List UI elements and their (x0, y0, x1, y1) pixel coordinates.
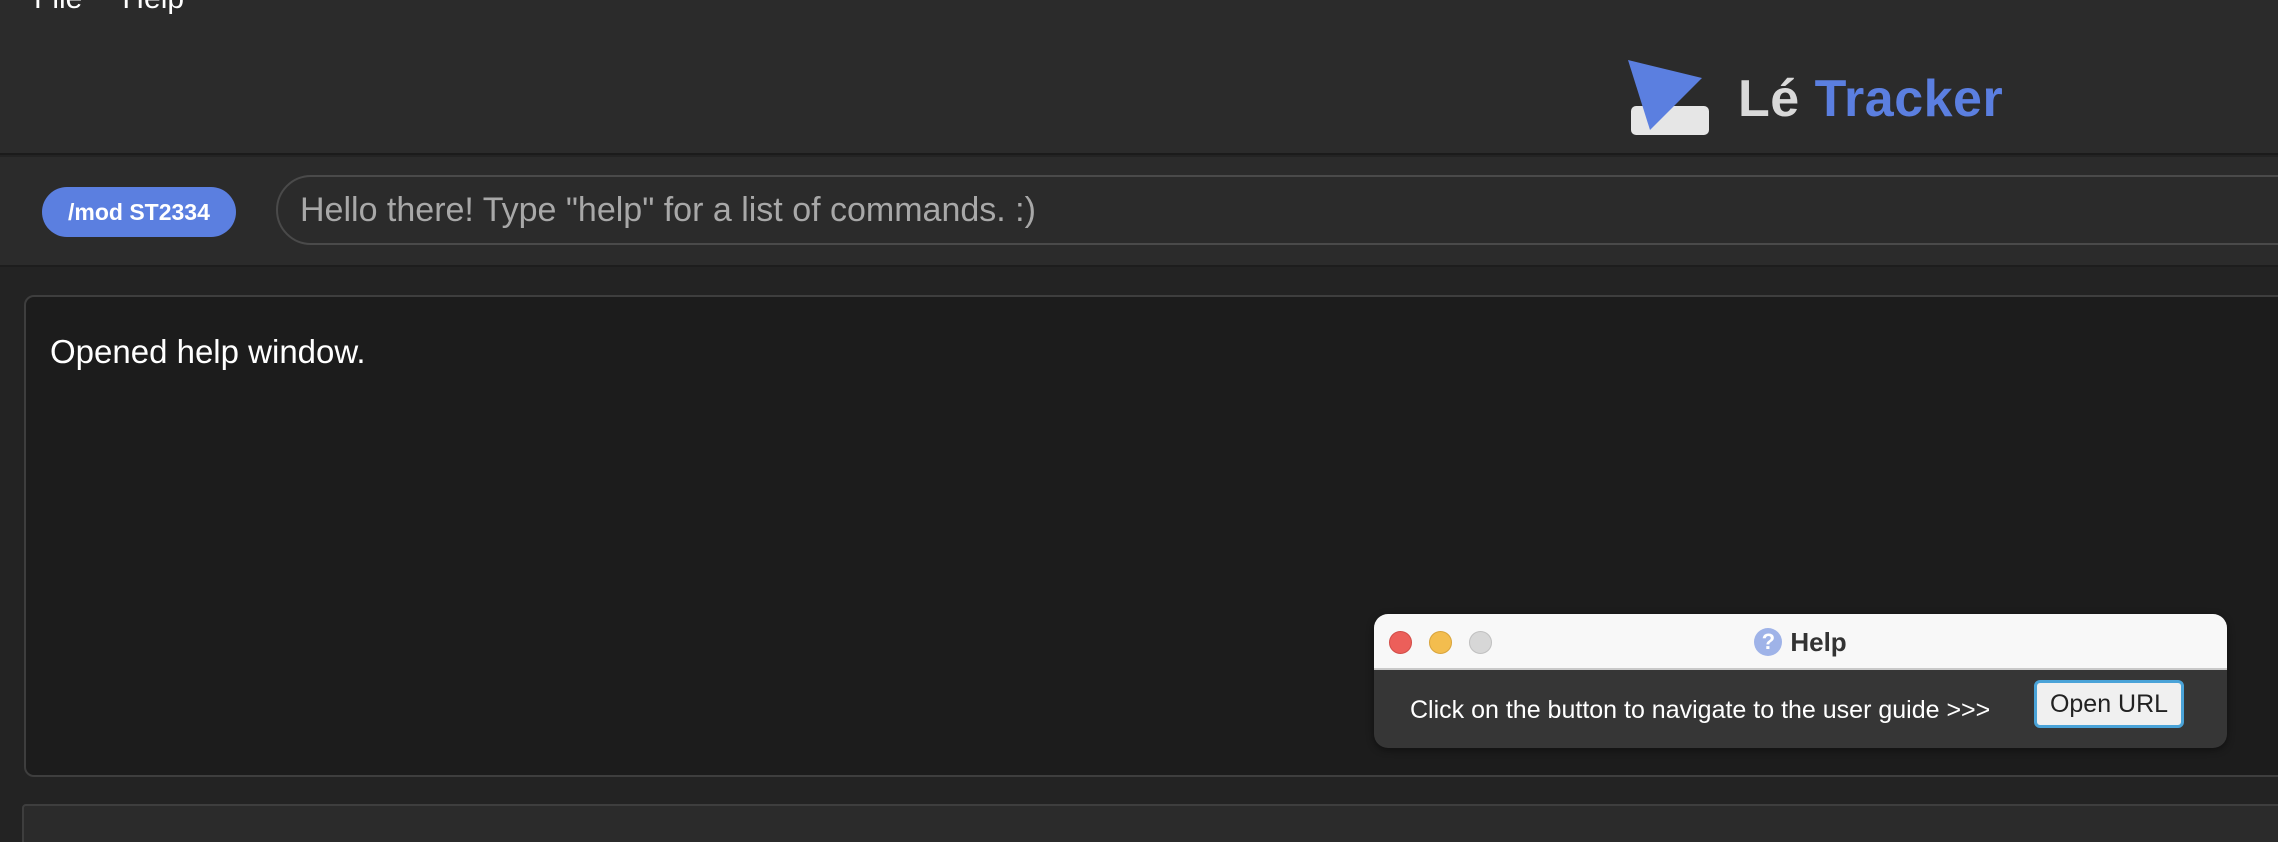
play-triangle-icon (1628, 56, 1714, 142)
logo-text-tracker: Tracker (1814, 70, 2004, 128)
menu-help[interactable]: Help (122, 0, 184, 14)
open-url-button[interactable]: Open URL (2034, 680, 2184, 728)
help-window-body: Click on the button to navigate to the u… (1374, 672, 2227, 748)
help-message: Click on the button to navigate to the u… (1410, 696, 1991, 724)
module-badge: /mod ST2334 (42, 187, 236, 237)
help-window-titlebar[interactable]: ? Help (1374, 614, 2227, 670)
help-window-title: ? Help (1374, 614, 2227, 670)
menu-bar: File Help (0, 0, 2278, 22)
command-input[interactable] (276, 175, 2278, 245)
app-header: Lé Tracker (0, 0, 2278, 155)
help-window: ? Help Click on the button to navigate t… (1374, 614, 2227, 748)
le-tracker-app: Lé Tracker File Help /mod ST2334 Opened … (0, 0, 2278, 842)
app-logo: Lé Tracker (1628, 56, 2003, 142)
list-panel (22, 804, 2278, 842)
result-message: Opened help window. (50, 333, 366, 370)
command-row: /mod ST2334 (0, 157, 2278, 267)
help-window-title-text: Help (1790, 626, 1847, 657)
question-mark-icon: ? (1754, 628, 1783, 656)
logo-text: Lé Tracker (1738, 69, 2003, 129)
menu-file[interactable]: File (34, 0, 82, 14)
logo-text-le: Lé (1738, 70, 1800, 128)
